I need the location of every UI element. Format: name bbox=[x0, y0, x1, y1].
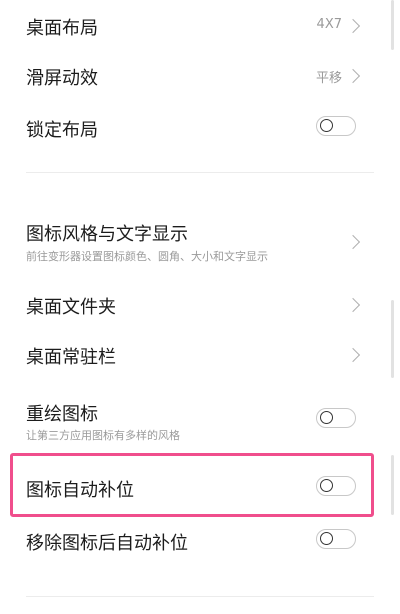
scrollbar-track-lower[interactable] bbox=[391, 455, 394, 515]
scrollbar-thumb[interactable] bbox=[391, 300, 394, 378]
setting-icon-style[interactable]: 图标风格与文字显示 前往变形器设置图标颜色、圆角、大小和文字显示 bbox=[0, 212, 384, 272]
setting-dock-bar-label: 桌面常驻栏 bbox=[26, 347, 116, 368]
setting-lock-layout: 锁定布局 bbox=[0, 104, 384, 156]
setting-redraw-icons: 重绘图标 让第三方应用图标有多样的风格 bbox=[0, 392, 384, 452]
setting-redraw-icons-label: 重绘图标 bbox=[26, 404, 98, 425]
setting-desktop-layout[interactable]: 桌面布局 4X7 bbox=[0, 0, 384, 52]
setting-lock-layout-label: 锁定布局 bbox=[26, 120, 98, 141]
chevron-right-icon bbox=[345, 234, 361, 250]
chevron-right-icon bbox=[345, 18, 361, 34]
toggle-knob bbox=[320, 411, 333, 424]
lock-layout-toggle[interactable] bbox=[316, 116, 356, 136]
setting-icon-style-label: 图标风格与文字显示 bbox=[26, 224, 188, 245]
setting-auto-fill-after-remove: 移除图标后自动补位 bbox=[0, 520, 384, 572]
launcher-settings-screen: 桌面布局 4X7 滑屏动效 平移 锁定布局 图标风格与文字显示 前往变形器设置图… bbox=[0, 0, 400, 614]
chevron-right-icon bbox=[345, 347, 361, 363]
setting-scroll-effect[interactable]: 滑屏动效 平移 bbox=[0, 52, 384, 104]
setting-scroll-effect-label: 滑屏动效 bbox=[26, 68, 98, 89]
setting-redraw-icons-desc: 让第三方应用图标有多样的风格 bbox=[26, 429, 180, 442]
auto-fill-after-remove-toggle[interactable] bbox=[316, 529, 356, 549]
toggle-knob bbox=[320, 532, 333, 545]
setting-desktop-layout-label: 桌面布局 bbox=[26, 18, 98, 39]
section-divider bbox=[26, 172, 374, 173]
scrollbar-top[interactable] bbox=[391, 0, 394, 50]
setting-desktop-folder-label: 桌面文件夹 bbox=[26, 297, 116, 318]
setting-auto-fill-after-remove-label: 移除图标后自动补位 bbox=[26, 533, 188, 554]
setting-icon-style-desc: 前往变形器设置图标颜色、圆角、大小和文字显示 bbox=[26, 250, 268, 263]
chevron-right-icon bbox=[345, 68, 361, 84]
highlight-box bbox=[10, 453, 374, 517]
setting-desktop-folder[interactable]: 桌面文件夹 bbox=[0, 280, 384, 332]
chevron-right-icon bbox=[345, 297, 361, 313]
setting-scroll-effect-value: 平移 bbox=[315, 71, 342, 86]
setting-dock-bar[interactable]: 桌面常驻栏 bbox=[0, 332, 384, 384]
section-divider bbox=[26, 596, 374, 597]
redraw-icons-toggle[interactable] bbox=[316, 408, 356, 428]
toggle-knob bbox=[320, 119, 333, 132]
setting-desktop-layout-value: 4X7 bbox=[316, 17, 342, 32]
